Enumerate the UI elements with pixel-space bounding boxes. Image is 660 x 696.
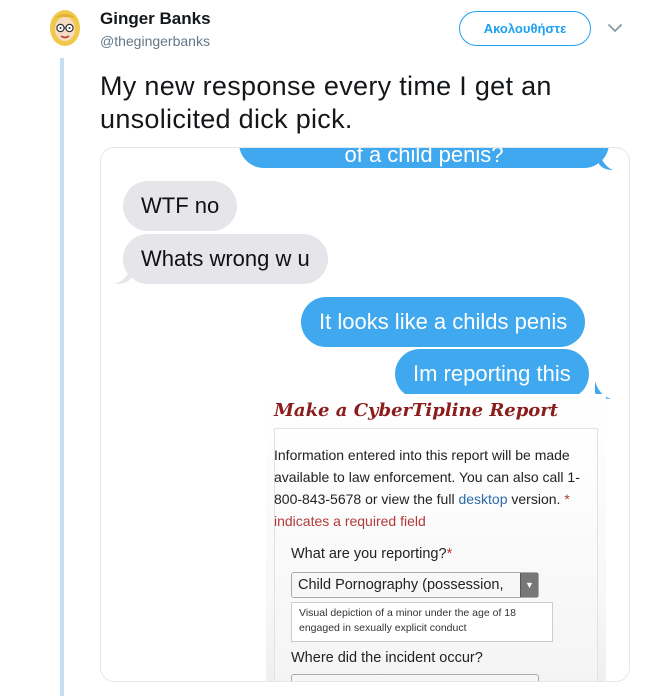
bubble-tail <box>599 152 613 170</box>
author-handle[interactable]: @thegingerbanks <box>100 33 210 49</box>
message-bubble-received: Whats wrong w u <box>123 234 328 284</box>
report-info-text: version. <box>507 491 565 507</box>
cybertipline-report-image: Make a CyberTipline Report Information e… <box>266 394 606 681</box>
question-label: Where did the incident occur? <box>291 650 483 666</box>
message-text: It looks like a childs penis <box>319 309 568 334</box>
report-title: Make a CyberTipline Report <box>274 400 559 421</box>
help-description: Visual depiction of a minor under the ag… <box>291 602 553 642</box>
reporting-type-select: Child Pornography (possession, ▼ <box>291 572 539 598</box>
bubble-tail <box>115 266 131 284</box>
message-bubble-sent: Im reporting this <box>395 349 589 399</box>
select-value: Child Pornography (possession, <box>298 577 504 593</box>
author-name[interactable]: Ginger Banks <box>100 9 211 29</box>
report-info-line: Information entered into this report wil… <box>274 447 570 463</box>
question-label-text: What are you reporting? <box>291 546 447 562</box>
help-line: Visual depiction of a minor under the ag… <box>299 607 516 619</box>
report-info: Information entered into this report wil… <box>274 444 604 532</box>
required-star: * <box>446 546 453 562</box>
chevron-down-icon[interactable] <box>605 20 625 36</box>
message-text: Whats wrong w u <box>141 246 310 271</box>
message-text: Im reporting this <box>413 361 571 386</box>
select-arrow-icon: ▼ <box>520 573 538 597</box>
tweet-text-line: My new response every time I get an <box>100 71 552 101</box>
tweet-media-screenshot[interactable]: of a child penis? WTF no Whats wrong w u… <box>100 147 630 682</box>
report-info-line: 800-843-5678 or view the full desktop ve… <box>274 488 604 510</box>
tweet-text: My new response every time I get an unso… <box>100 70 620 136</box>
message-bubble-received: WTF no <box>123 181 238 231</box>
message-bubble-sent-partial: of a child penis? <box>239 147 609 168</box>
thread-line <box>60 58 64 696</box>
tweet-text-line: unsolicited dick pick. <box>100 104 353 134</box>
message-bubble-sent: It looks like a childs penis <box>301 297 586 347</box>
report-info-line: available to law enforcement. You can al… <box>274 469 580 485</box>
required-star: * <box>564 491 570 507</box>
incident-location-select-partial <box>291 674 539 681</box>
message-text: of a child penis? <box>344 147 504 167</box>
help-line: engaged in sexually explicit conduct <box>299 622 467 634</box>
report-info-line: indicates a required field <box>274 513 426 529</box>
desktop-link: desktop <box>458 491 508 507</box>
message-text: WTF no <box>141 193 220 218</box>
question-label: What are you reporting?* <box>291 546 452 562</box>
follow-button[interactable]: Ακολουθήστε <box>459 11 591 46</box>
report-info-text: 800-843-5678 or view the full <box>274 491 459 507</box>
avatar[interactable] <box>44 6 86 48</box>
avatar-cartoon-icon <box>44 6 86 48</box>
